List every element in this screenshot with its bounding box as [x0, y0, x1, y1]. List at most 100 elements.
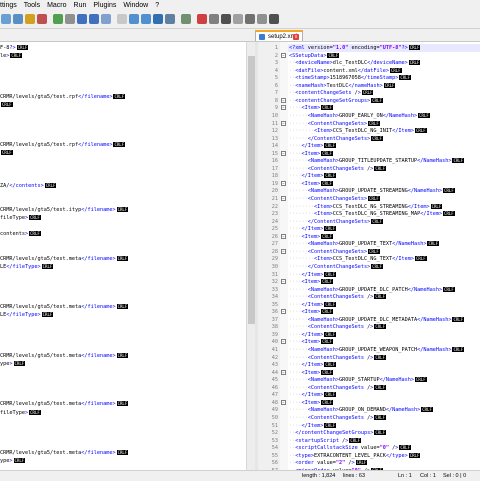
fold-toggle-icon[interactable]: −: [281, 97, 286, 103]
left-editor-pane[interactable]: F-8?> CRLF le> CRLF CRMR/levels/gta5/test.rp…: [0, 42, 246, 470]
eol-marker: CRLF: [414, 377, 427, 383]
toolbar-button-17-icon[interactable]: [221, 14, 231, 24]
code-line[interactable]: ype> CRLF: [0, 360, 26, 368]
eol-marker: CRLF: [368, 248, 380, 254]
close-tab-icon[interactable]: x: [293, 34, 299, 40]
eol-marker: CRLF: [427, 241, 440, 247]
code-line[interactable]: CRMR/levels/gta5/test.meta</filename> CRL…: [0, 303, 129, 311]
toolbar-button-7-icon[interactable]: [89, 14, 99, 24]
eol-marker: CRLF: [371, 263, 383, 269]
eol-marker: CRLF: [374, 354, 386, 360]
fold-toggle-icon[interactable]: −: [281, 279, 286, 285]
eol-marker: CRLF: [116, 304, 129, 310]
fold-toggle-icon[interactable]: −: [281, 233, 286, 239]
code-line[interactable]: CRMR/levels/gta5/test.meta</filename> CRL…: [0, 449, 129, 457]
eol-marker: CRLF: [324, 422, 337, 428]
code-line[interactable]: LE</fileType> CRLF: [0, 311, 54, 319]
toolbar-button-3-icon[interactable]: [37, 14, 47, 24]
eol-marker: CRLF: [355, 460, 368, 466]
fold-toggle-icon[interactable]: −: [281, 120, 286, 126]
menu-item-1[interactable]: Tools: [24, 0, 40, 11]
eol-marker: CRLF: [389, 67, 402, 73]
eol-marker: CRLF: [327, 52, 340, 58]
toolbar-button-14-icon[interactable]: [181, 14, 191, 24]
toolbar-button-12-icon[interactable]: [153, 14, 163, 24]
eol-marker: CRLF: [374, 324, 386, 330]
fold-toggle-icon[interactable]: −: [281, 52, 286, 58]
code-line[interactable]: CRMR/levels/gta5/test.rpf</filename> CRLF: [0, 93, 126, 101]
toolbar-button-2-icon[interactable]: [25, 14, 35, 24]
fold-toggle-icon[interactable]: −: [281, 196, 286, 201]
fold-toggle-icon[interactable]: −: [281, 180, 286, 186]
eol-marker: CRLF: [371, 218, 383, 224]
menu-item-4[interactable]: Plugins: [93, 0, 116, 11]
menu-item-5[interactable]: Window: [123, 0, 148, 11]
toolbar: [0, 11, 480, 29]
code-line[interactable]: ype> CRLF: [0, 457, 26, 465]
toolbar-button-5-icon[interactable]: [65, 14, 75, 24]
fold-toggle-icon[interactable]: −: [281, 309, 286, 315]
toolbar-button-19-icon[interactable]: [245, 14, 255, 24]
fold-margin[interactable]: − − − − − − − − − − − − − −: [280, 42, 288, 470]
eol-marker: CRLF: [13, 360, 26, 366]
code-line[interactable]: CRMR/levels/gta5/test.ityp</filename> CRL…: [0, 206, 129, 214]
toolbar-button-15-icon[interactable]: [197, 14, 207, 24]
eol-marker: CRLF: [324, 392, 337, 398]
code-line[interactable]: F-8?> CRLF: [0, 44, 29, 52]
menu-item-3[interactable]: Run: [74, 0, 87, 11]
code-line[interactable]: LE</fileType> CRLF: [0, 263, 54, 271]
eol-marker: CRLF: [113, 93, 126, 99]
toolbar-button-9-icon[interactable]: [117, 14, 127, 24]
right-editor-pane[interactable]: 1 2 3 4 5 6 7 8 9 10 11 12 13 14 15 16 17 18 19 20 21 22 23 24 2…: [258, 42, 480, 470]
eol-marker: CRLF: [408, 452, 421, 458]
eol-marker: CRLF: [321, 180, 333, 186]
code-line[interactable]: CRLF: [0, 149, 13, 157]
toolbar-button-16-icon[interactable]: [209, 14, 219, 24]
eol-marker: CRLF: [13, 458, 26, 464]
menu-item-2[interactable]: Macro: [47, 0, 66, 11]
toolbar-button-18-icon[interactable]: [233, 14, 243, 24]
scrollbar-thumb[interactable]: [248, 56, 255, 324]
code-line[interactable]: ZA/</contents> CRLF: [0, 182, 57, 190]
eol-marker: CRLF: [324, 301, 337, 307]
toolbar-button-0-icon[interactable]: [1, 14, 11, 24]
eol-marker: CRLF: [368, 120, 380, 126]
eol-marker: CRLF: [443, 188, 455, 194]
code-line[interactable]: le> CRLF: [0, 52, 23, 60]
eol-marker: CRLF: [414, 128, 427, 134]
toolbar-button-21-icon[interactable]: [269, 14, 279, 24]
eol-marker: CRLF: [349, 437, 361, 443]
fold-toggle-icon[interactable]: −: [281, 369, 286, 375]
code-line[interactable]: CRLF: [0, 101, 13, 109]
code-line[interactable]: CRMR/levels/gta5/test.meta</filename> CRL…: [0, 352, 129, 360]
eol-marker: CRLF: [408, 45, 421, 50]
toolbar-button-10-icon[interactable]: [129, 14, 139, 24]
code-line[interactable]: contents> CRLF: [0, 230, 41, 238]
toolbar-button-11-icon[interactable]: [141, 14, 151, 24]
tab-setup2-xml[interactable]: setup2.xml x: [255, 30, 303, 41]
eol-marker: CRLF: [371, 135, 383, 141]
eol-marker: CRLF: [1, 150, 13, 156]
eol-marker: CRLF: [414, 256, 427, 262]
code-line[interactable]: fileType> CRLF: [0, 214, 41, 222]
code-line[interactable]: CRMR/levels/gta5/test.meta</filename> CRL…: [0, 400, 129, 408]
menu-item-6[interactable]: ?: [155, 0, 159, 11]
fold-toggle-icon[interactable]: −: [281, 105, 286, 111]
code-line[interactable]: CRMR/levels/gta5/test.rpf</filename> CRLF: [0, 141, 126, 149]
eol-marker: CRLF: [321, 279, 333, 285]
toolbar-button-8-icon[interactable]: [101, 14, 111, 24]
toolbar-button-13-icon[interactable]: [165, 14, 175, 24]
fold-toggle-icon[interactable]: −: [281, 399, 286, 405]
toolbar-button-6-icon[interactable]: [77, 14, 87, 24]
code-line[interactable]: CRMR/levels/gta5/test.meta</filename> CRL…: [0, 255, 129, 263]
fold-toggle-icon[interactable]: −: [281, 248, 286, 254]
eol-marker: CRLF: [408, 60, 421, 66]
toolbar-button-20-icon[interactable]: [257, 14, 267, 24]
toolbar-button-4-icon[interactable]: [53, 14, 63, 24]
menu-item-0[interactable]: ttings: [0, 0, 17, 11]
toolbar-button-1-icon[interactable]: [13, 14, 23, 24]
fold-toggle-icon[interactable]: −: [281, 150, 286, 156]
code-line[interactable]: fileType> CRLF: [0, 409, 41, 417]
fold-toggle-icon[interactable]: −: [281, 339, 286, 345]
eol-marker: CRLF: [374, 165, 386, 171]
